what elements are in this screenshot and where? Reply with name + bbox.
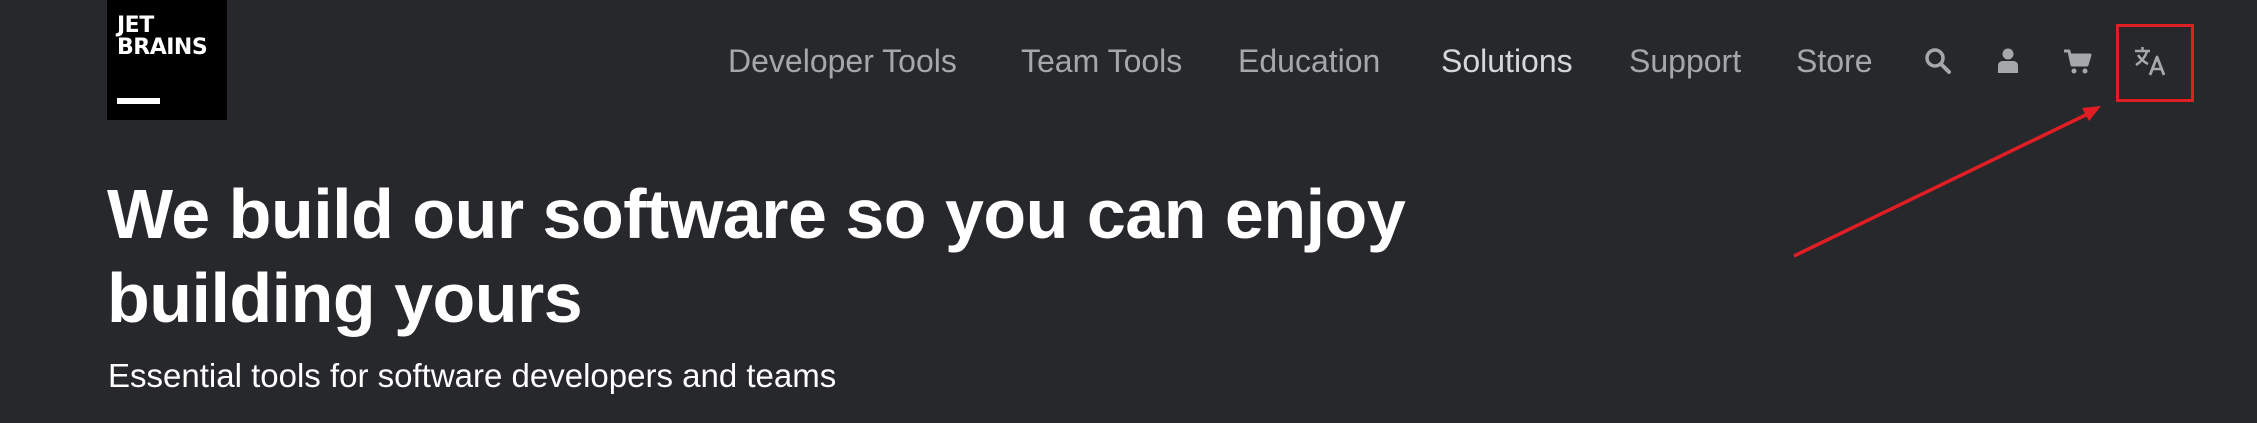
hero-subtitle: Essential tools for software developers … (108, 357, 837, 394)
page: JET BRAINS Developer Tools Team Tools Ed… (0, 0, 2257, 423)
hero-title: We build our software so you can enjoy b… (107, 175, 1406, 337)
